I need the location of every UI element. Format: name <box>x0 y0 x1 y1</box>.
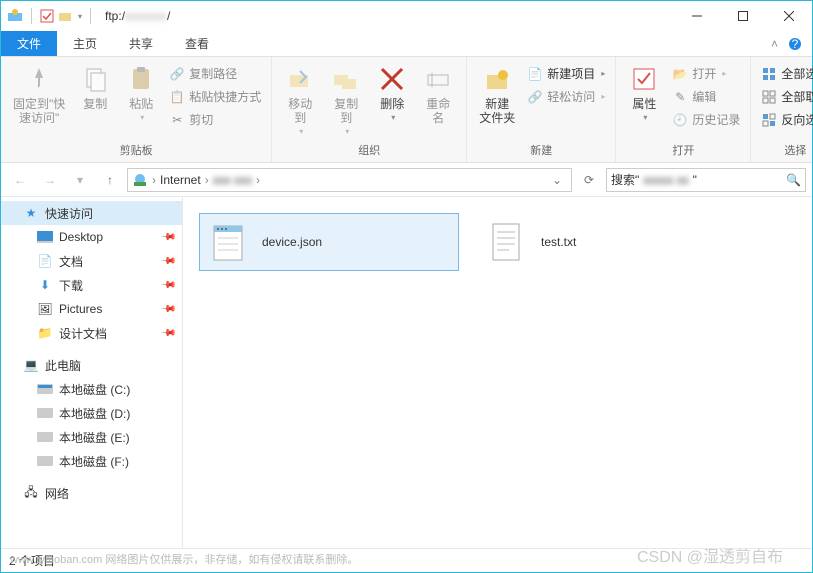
up-button[interactable]: ↑ <box>97 167 123 193</box>
ribbon-group-select: 全部选择 全部取消 反向选择 选择 <box>751 57 813 162</box>
location-icon <box>132 172 148 188</box>
network-icon: 🖧 <box>23 485 39 501</box>
ribbon-group-new: 新建 文件夹 📄新建项目▸ 🔗轻松访问▸ 新建 <box>467 57 616 162</box>
app-icon <box>7 8 23 24</box>
qat-dropdown-icon[interactable]: ▾ <box>78 12 82 21</box>
chevron-down-icon: ▾ <box>140 113 144 122</box>
ribbon-tabs: 文件 主页 共享 查看 ˄ ? <box>1 31 812 57</box>
tab-file[interactable]: 文件 <box>1 31 57 56</box>
title-bar: ▾ ftp:/xxxxxx/ <box>1 1 812 31</box>
qat-checkbox-icon[interactable] <box>40 9 54 23</box>
ribbon-group-clipboard: 固定到"快 速访问" 复制 粘贴 ▾ 🔗复制路径 📋粘贴快捷方式 ✂剪切 剪贴板 <box>1 57 272 162</box>
copy-to-button[interactable]: 复制到▾ <box>324 61 368 138</box>
sidebar-drive-d[interactable]: 本地磁盘 (D:) <box>1 401 182 425</box>
open-button[interactable]: 📂打开▸ <box>668 63 744 84</box>
search-icon: 🔍 <box>786 173 801 187</box>
copy-path-button[interactable]: 🔗复制路径 <box>165 63 265 84</box>
address-dropdown-icon[interactable]: ⌄ <box>547 167 567 193</box>
breadcrumb-host[interactable]: xxx xxx <box>213 173 252 187</box>
file-list[interactable]: device.json test.txt <box>183 197 812 548</box>
sidebar-this-pc[interactable]: 💻此电脑 <box>1 353 182 377</box>
select-all-button[interactable]: 全部选择 <box>757 63 813 84</box>
sidebar-pictures[interactable]: 🖼Pictures📌 <box>1 297 182 321</box>
text-file-icon <box>483 218 531 266</box>
tab-home[interactable]: 主页 <box>57 31 113 56</box>
navigation-bar: ← → ▾ ↑ › Internet › xxx xxx › ⌄ ⟳ 搜索"xx… <box>1 163 812 197</box>
minimize-button[interactable] <box>674 1 720 31</box>
pin-icon: 📌 <box>159 253 176 270</box>
watermark-left: www.tymoban.com 网络图片仅供展示，非存储，如有侵权请联系删除。 <box>10 551 358 567</box>
sidebar-drive-f[interactable]: 本地磁盘 (F:) <box>1 449 182 473</box>
history-button[interactable]: 🕘历史记录 <box>668 109 744 130</box>
drive-icon <box>37 429 53 445</box>
close-button[interactable] <box>766 1 812 31</box>
pin-to-quick-access-button[interactable]: 固定到"快 速访问" <box>7 61 71 127</box>
new-folder-button[interactable]: 新建 文件夹 <box>473 61 521 127</box>
sidebar-downloads[interactable]: ⬇下载📌 <box>1 273 182 297</box>
move-to-button[interactable]: 移动到▾ <box>278 61 322 138</box>
search-box[interactable]: 搜索"xxxxx xx" 🔍 <box>606 168 806 192</box>
qat-folder-icon[interactable] <box>58 9 72 23</box>
sidebar-network[interactable]: 🖧网络 <box>1 481 182 505</box>
sidebar-quick-access[interactable]: ★快速访问 <box>1 201 182 225</box>
file-name: test.txt <box>541 235 576 249</box>
ribbon-group-open: 属性▾ 📂打开▸ ✎编辑 🕘历史记录 打开 <box>616 57 751 162</box>
delete-button[interactable]: 删除▾ <box>370 61 414 124</box>
rename-button[interactable]: 重命名 <box>416 61 460 127</box>
invert-selection-button[interactable]: 反向选择 <box>757 109 813 130</box>
sidebar-drive-e[interactable]: 本地磁盘 (E:) <box>1 425 182 449</box>
pin-icon: 📌 <box>159 325 176 342</box>
easy-access-button[interactable]: 🔗轻松访问▸ <box>523 86 609 107</box>
drive-icon <box>37 381 53 397</box>
drive-icon <box>37 405 53 421</box>
drive-icon <box>37 453 53 469</box>
file-name: device.json <box>262 235 322 249</box>
breadcrumb-internet[interactable]: Internet <box>160 173 201 187</box>
window-title: ftp:/xxxxxx/ <box>105 9 170 23</box>
forward-button[interactable]: → <box>37 167 63 193</box>
select-none-button[interactable]: 全部取消 <box>757 86 813 107</box>
new-item-button[interactable]: 📄新建项目▸ <box>523 63 609 84</box>
tab-share[interactable]: 共享 <box>113 31 169 56</box>
notepad-file-icon <box>204 218 252 266</box>
file-item-test-txt[interactable]: test.txt <box>479 213 739 271</box>
watermark-right: CSDN @湿透剪自布 <box>637 543 783 567</box>
folder-icon: 📁 <box>37 325 53 341</box>
star-icon: ★ <box>23 205 39 221</box>
paste-button[interactable]: 粘贴 ▾ <box>119 61 163 124</box>
paste-shortcut-button[interactable]: 📋粘贴快捷方式 <box>165 86 265 107</box>
copy-button[interactable]: 复制 <box>73 61 117 113</box>
sidebar-design-docs[interactable]: 📁设计文档📌 <box>1 321 182 345</box>
address-bar[interactable]: › Internet › xxx xxx › ⌄ <box>127 168 572 192</box>
recent-locations-button[interactable]: ▾ <box>67 167 93 193</box>
cut-button[interactable]: ✂剪切 <box>165 109 265 130</box>
refresh-button[interactable]: ⟳ <box>576 167 602 193</box>
computer-icon: 💻 <box>23 357 39 373</box>
ribbon-group-label: 剪贴板 <box>7 140 265 160</box>
sidebar-desktop[interactable]: Desktop📌 <box>1 225 182 249</box>
downloads-icon: ⬇ <box>37 277 53 293</box>
edit-button[interactable]: ✎编辑 <box>668 86 744 107</box>
navigation-pane: ★快速访问 Desktop📌 📄文档📌 ⬇下载📌 🖼Pictures📌 📁设计文… <box>1 197 183 548</box>
ribbon-collapse-icon[interactable]: ˄ <box>771 37 778 51</box>
ribbon-group-organize: 移动到▾ 复制到▾ 删除▾ 重命名 组织 <box>272 57 467 162</box>
pictures-icon: 🖼 <box>37 301 53 317</box>
back-button[interactable]: ← <box>7 167 33 193</box>
desktop-icon <box>37 229 53 245</box>
tab-view[interactable]: 查看 <box>169 31 225 56</box>
pin-icon: 📌 <box>159 301 176 318</box>
maximize-button[interactable] <box>720 1 766 31</box>
properties-button[interactable]: 属性▾ <box>622 61 666 124</box>
svg-text:?: ? <box>792 37 799 51</box>
help-icon[interactable]: ? <box>788 37 802 51</box>
file-item-device-json[interactable]: device.json <box>199 213 459 271</box>
sidebar-drive-c[interactable]: 本地磁盘 (C:) <box>1 377 182 401</box>
pin-icon: 📌 <box>159 229 176 246</box>
documents-icon: 📄 <box>37 253 53 269</box>
sidebar-documents[interactable]: 📄文档📌 <box>1 249 182 273</box>
pin-icon: 📌 <box>159 277 176 294</box>
ribbon: 固定到"快 速访问" 复制 粘贴 ▾ 🔗复制路径 📋粘贴快捷方式 ✂剪切 剪贴板 <box>1 57 812 163</box>
